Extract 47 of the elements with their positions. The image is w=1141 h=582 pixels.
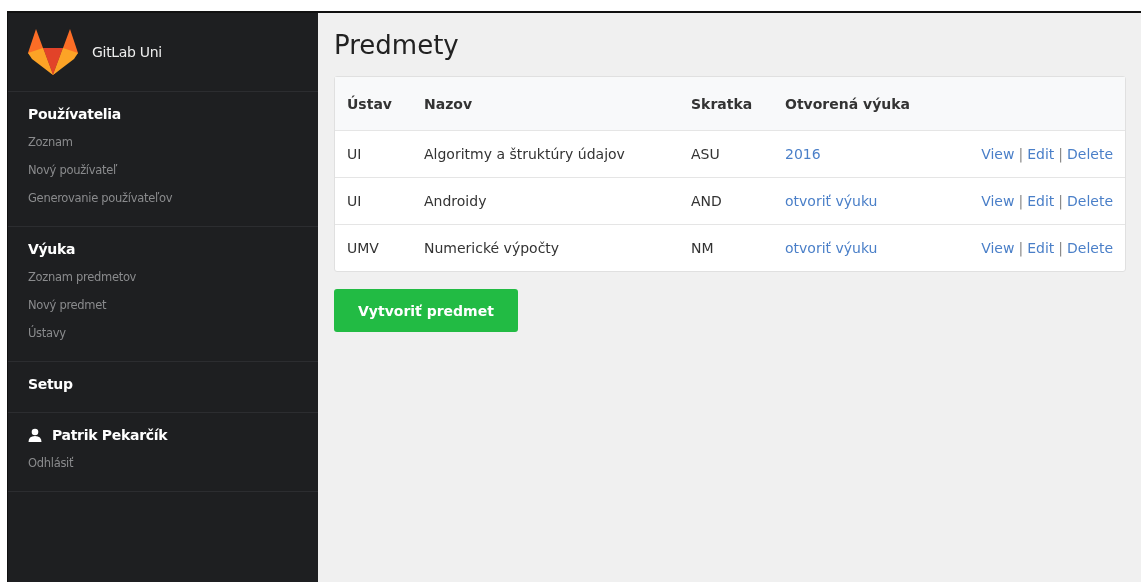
table-cell: AND	[679, 177, 773, 225]
table-cell: Androidy	[412, 177, 679, 225]
separator: |	[1018, 146, 1024, 162]
separator: |	[1058, 146, 1063, 162]
table-cell: Numerické výpočty	[412, 224, 679, 271]
action-link[interactable]: View	[981, 240, 1015, 256]
table-cell: UI	[335, 177, 412, 225]
app-name: GitLab Uni	[92, 44, 162, 60]
create-button[interactable]: Vytvoriť predmet	[334, 289, 518, 332]
user-icon	[28, 428, 42, 442]
action-link[interactable]: Edit	[1027, 240, 1055, 256]
table-cell: Algoritmy a štruktúry údajov	[412, 130, 679, 178]
year-link[interactable]: otvoriť výuku	[785, 193, 878, 209]
action-link[interactable]: View	[981, 146, 1015, 162]
action-link[interactable]: Delete	[1067, 240, 1113, 256]
separator: |	[1058, 240, 1063, 256]
action-link[interactable]: View	[981, 193, 1015, 209]
sidebar-item[interactable]: Generovanie používateľov	[28, 184, 173, 212]
table-cell: UMV	[335, 224, 412, 271]
action-link[interactable]: Delete	[1067, 193, 1113, 209]
fox-logo-icon	[28, 29, 78, 75]
sidebar-item[interactable]: Odhlásiť	[28, 449, 74, 477]
column-header: Otvorená výuka	[773, 77, 946, 131]
sidebar-item[interactable]: Ústavy	[28, 319, 66, 347]
section-heading: Používatelia	[28, 106, 121, 122]
column-header: Ústav	[335, 77, 412, 131]
separator: |	[1058, 193, 1063, 209]
year-link[interactable]: otvoriť výuku	[785, 240, 878, 256]
column-header: Skratka	[679, 77, 773, 131]
page-title: Predmety	[334, 29, 460, 61]
separator: |	[1018, 193, 1024, 209]
sidebar-item[interactable]: Nový používateľ	[28, 156, 117, 184]
sidebar-link[interactable]: Setup	[28, 376, 73, 392]
separator: |	[1018, 240, 1024, 256]
section-heading: Výuka	[28, 241, 76, 257]
user-name: Patrik Pekarčík	[52, 427, 168, 443]
sidebar-item[interactable]: Nový predmet	[28, 291, 107, 319]
table-cell: NM	[679, 224, 773, 271]
table-cell: ASU	[679, 130, 773, 178]
action-link[interactable]: Delete	[1067, 146, 1113, 162]
sidebar-item[interactable]: Zoznam predmetov	[28, 263, 137, 291]
year-link[interactable]: 2016	[785, 146, 821, 162]
action-link[interactable]: Edit	[1027, 146, 1055, 162]
sidebar-item[interactable]: Zoznam	[28, 128, 73, 156]
action-link[interactable]: Edit	[1027, 193, 1055, 209]
column-header: Nazov	[412, 77, 679, 131]
table-cell: UI	[335, 130, 412, 178]
